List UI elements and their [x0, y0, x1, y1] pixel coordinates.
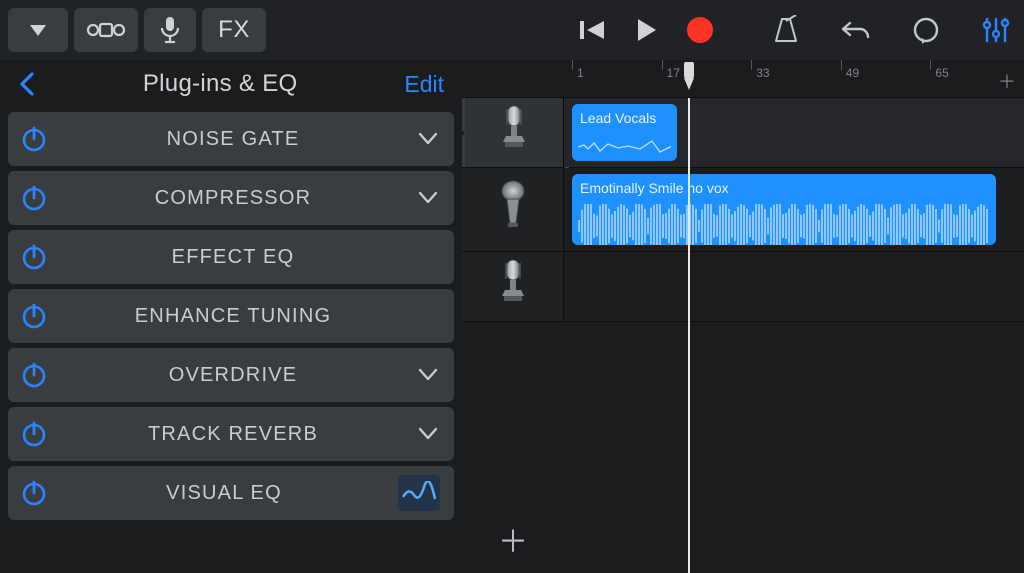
playhead-handle-icon [679, 60, 699, 103]
plugin-power-toggle[interactable] [18, 477, 50, 509]
plugin-label: EFFECT EQ [50, 246, 416, 269]
rewind-button[interactable] [568, 8, 616, 52]
visual-eq-thumb[interactable] [398, 475, 440, 511]
plugin-power-toggle[interactable] [18, 182, 50, 214]
track-row [462, 252, 1024, 322]
panel-title: Plug-ins & EQ [143, 70, 298, 98]
metronome-icon [771, 15, 801, 45]
mixer-button[interactable] [976, 8, 1016, 52]
plugin-row[interactable]: VISUAL EQ [8, 466, 454, 520]
track-row: Lead Vocals [462, 98, 1024, 168]
view-toggle-icon [86, 19, 126, 41]
plugin-label: COMPRESSOR [50, 187, 416, 210]
plugin-label: NOISE GATE [50, 128, 416, 151]
ruler-tick-label: 1 [577, 66, 584, 80]
dynamic-mic-icon [497, 179, 529, 240]
plugin-power-toggle[interactable] [18, 123, 50, 155]
playhead[interactable] [688, 98, 690, 573]
plugin-power-toggle[interactable] [18, 241, 50, 273]
plugin-row[interactable]: COMPRESSOR [8, 171, 454, 225]
plugins-panel: Plug-ins & EQ Edit NOISE GATE COMPRESSOR E… [0, 60, 462, 573]
timeline-ruler[interactable]: ＋ 117334965 [462, 60, 1024, 98]
record-button[interactable] [676, 8, 724, 52]
add-track-button[interactable]: ＋ [462, 517, 564, 561]
plugin-row[interactable]: ENHANCE TUNING [8, 289, 454, 343]
condenser-mic-icon [499, 103, 529, 162]
chevron-down-icon [416, 363, 440, 387]
track-header[interactable] [462, 252, 564, 321]
waveform [578, 134, 671, 153]
track-row: Emotinally Smile no vox [462, 168, 1024, 252]
back-button[interactable] [18, 71, 36, 97]
track-header[interactable] [462, 168, 564, 251]
audio-clip[interactable]: Lead Vocals [572, 104, 677, 161]
fx-label: FX [218, 16, 250, 44]
waveform [578, 204, 990, 237]
plugin-label: VISUAL EQ [50, 482, 398, 505]
record-icon [685, 15, 715, 45]
audio-clip[interactable]: Emotinally Smile no vox [572, 174, 996, 245]
loop-button[interactable] [906, 8, 946, 52]
plugin-power-toggle[interactable] [18, 418, 50, 450]
ruler-tick-label: 33 [756, 66, 769, 80]
input-source-button[interactable] [144, 8, 196, 52]
edit-button[interactable]: Edit [404, 71, 444, 98]
metronome-button[interactable] [766, 8, 806, 52]
settings-dropdown-button[interactable] [8, 8, 68, 52]
chevron-down-icon [416, 422, 440, 446]
clip-title: Lead Vocals [580, 110, 669, 126]
fx-button[interactable]: FX [202, 8, 266, 52]
track-lane[interactable] [564, 252, 1024, 321]
arrange-area: ＋ 117334965 ＋ Lead Vocals Emotinally Smi… [462, 60, 1024, 573]
undo-button[interactable] [836, 8, 876, 52]
rewind-icon [578, 18, 606, 42]
clip-title: Emotinally Smile no vox [580, 180, 988, 196]
plugin-row[interactable]: OVERDRIVE [8, 348, 454, 402]
loop-icon [911, 15, 941, 45]
plugin-row[interactable]: NOISE GATE [8, 112, 454, 166]
track-lane[interactable]: Lead Vocals [564, 98, 1024, 167]
plugin-row[interactable]: EFFECT EQ [8, 230, 454, 284]
plugin-power-toggle[interactable] [18, 359, 50, 391]
chevron-left-icon [18, 71, 36, 97]
plugin-row[interactable]: TRACK REVERB [8, 407, 454, 461]
chevron-down-icon [416, 186, 440, 210]
track-header[interactable] [462, 98, 564, 167]
plugin-label: ENHANCE TUNING [50, 305, 416, 328]
microphone-icon [159, 15, 181, 45]
chevron-down-icon [416, 127, 440, 151]
add-section-button[interactable]: ＋ [998, 68, 1016, 94]
top-toolbar: FX [0, 0, 1024, 60]
condenser-mic-icon [498, 257, 528, 316]
plugin-label: TRACK REVERB [50, 423, 416, 446]
view-toggle-button[interactable] [74, 8, 138, 52]
plugin-label: OVERDRIVE [50, 364, 416, 387]
sliders-icon [981, 15, 1011, 45]
ruler-tick-label: 49 [846, 66, 859, 80]
play-icon [634, 17, 658, 43]
play-button[interactable] [622, 8, 670, 52]
track-lane[interactable]: Emotinally Smile no vox [564, 168, 1024, 251]
undo-icon [840, 17, 872, 43]
plugin-power-toggle[interactable] [18, 300, 50, 332]
triangle-down-icon [26, 18, 50, 42]
ruler-tick-label: 65 [935, 66, 948, 80]
